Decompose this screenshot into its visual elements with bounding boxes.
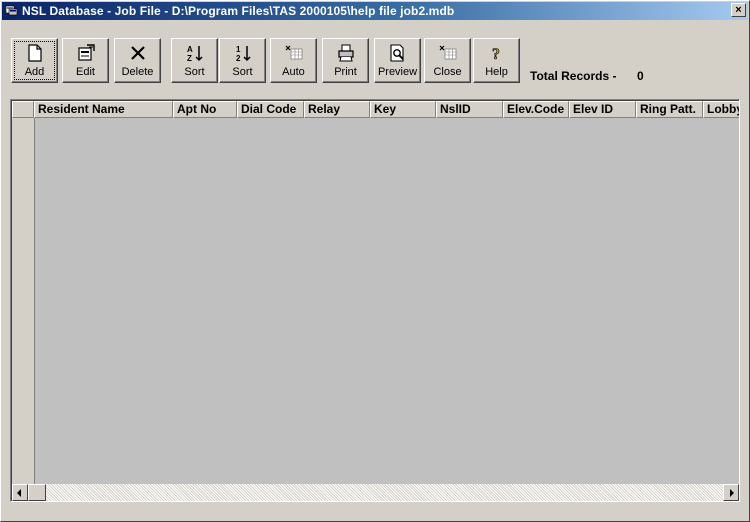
horizontal-scrollbar[interactable]: [12, 484, 739, 501]
edit-button-label: Edit: [76, 66, 95, 78]
close-grid-icon: [439, 45, 456, 60]
printer-icon: [337, 44, 354, 62]
print-button-label: Print: [334, 66, 357, 78]
arrow-left-icon: [17, 489, 21, 497]
column-header-lobby[interactable]: Lobby: [703, 101, 739, 118]
new-document-icon: [27, 44, 42, 62]
svg-text:A: A: [187, 45, 193, 54]
total-records-value: 0: [637, 69, 644, 83]
auto-grid-icon: [285, 45, 302, 60]
sort-az-button[interactable]: A Z Sort: [171, 38, 218, 83]
column-header-relay[interactable]: Relay: [304, 101, 370, 118]
svg-text:?: ?: [492, 46, 500, 63]
total-records-label: Total Records -: [530, 69, 617, 83]
main-window: NSL Database - Job File - D:\Program Fil…: [0, 0, 750, 522]
sort-az-button-label: Sort: [184, 66, 205, 78]
sort-numeric-button-label: Sort: [232, 66, 253, 78]
sort-az-icon: A Z: [187, 45, 203, 63]
records-grid[interactable]: Resident Name Apt No Dial Code Relay Key…: [10, 99, 740, 502]
scroll-track[interactable]: [46, 484, 723, 501]
delete-button[interactable]: Delete: [114, 38, 161, 83]
edit-button[interactable]: Edit: [62, 38, 109, 83]
add-button[interactable]: Add: [11, 38, 58, 83]
column-header-key[interactable]: Key: [370, 101, 436, 118]
row-selector-column: [12, 118, 35, 484]
title-bar[interactable]: NSL Database - Job File - D:\Program Fil…: [2, 2, 748, 20]
svg-text:2: 2: [236, 54, 241, 63]
arrow-right-icon: [730, 489, 734, 497]
help-button-label: Help: [485, 66, 508, 78]
close-icon: ×: [735, 4, 742, 16]
column-header-apt-no[interactable]: Apt No: [173, 101, 237, 118]
close-window-button[interactable]: ×: [731, 3, 746, 17]
scroll-thumb[interactable]: [28, 484, 46, 501]
edit-form-icon: [77, 44, 95, 61]
add-button-label: Add: [24, 66, 45, 78]
print-preview-icon: [389, 44, 404, 62]
scroll-right-button[interactable]: [723, 484, 739, 501]
column-header-dial-code[interactable]: Dial Code: [237, 101, 304, 118]
app-icon: [6, 5, 18, 16]
svg-text:1: 1: [236, 45, 241, 54]
column-header-elev-id[interactable]: Elev ID: [569, 101, 636, 118]
column-header-resident-name[interactable]: Resident Name: [34, 101, 173, 118]
close-button[interactable]: Close: [424, 38, 471, 83]
close-button-label: Close: [433, 66, 462, 78]
grid-body: Resident Name Apt No Dial Code Relay Key…: [11, 100, 739, 501]
scroll-left-button[interactable]: [12, 484, 28, 501]
delete-button-label: Delete: [121, 66, 154, 78]
help-question-icon: ?: [491, 46, 500, 63]
grid-header-row: Resident Name Apt No Dial Code Relay Key…: [12, 101, 739, 118]
column-header-ring-patt[interactable]: Ring Patt.: [636, 101, 703, 118]
auto-button[interactable]: Auto: [270, 38, 317, 83]
preview-button-label: Preview: [377, 66, 418, 78]
help-button[interactable]: ? Help: [473, 38, 520, 83]
column-header-elev-code[interactable]: Elev.Code: [503, 101, 569, 118]
row-selector-header: [12, 101, 34, 118]
svg-text:Z: Z: [187, 54, 192, 63]
column-header-nslid[interactable]: NslID: [436, 101, 503, 118]
window-title: NSL Database - Job File - D:\Program Fil…: [22, 4, 455, 18]
auto-button-label: Auto: [282, 66, 305, 78]
print-button[interactable]: Print: [322, 38, 369, 83]
preview-button[interactable]: Preview: [374, 38, 421, 83]
delete-x-icon: [130, 46, 145, 60]
sort-numeric-button[interactable]: 1 2 Sort: [219, 38, 266, 83]
sort-12-icon: 1 2: [236, 45, 251, 63]
